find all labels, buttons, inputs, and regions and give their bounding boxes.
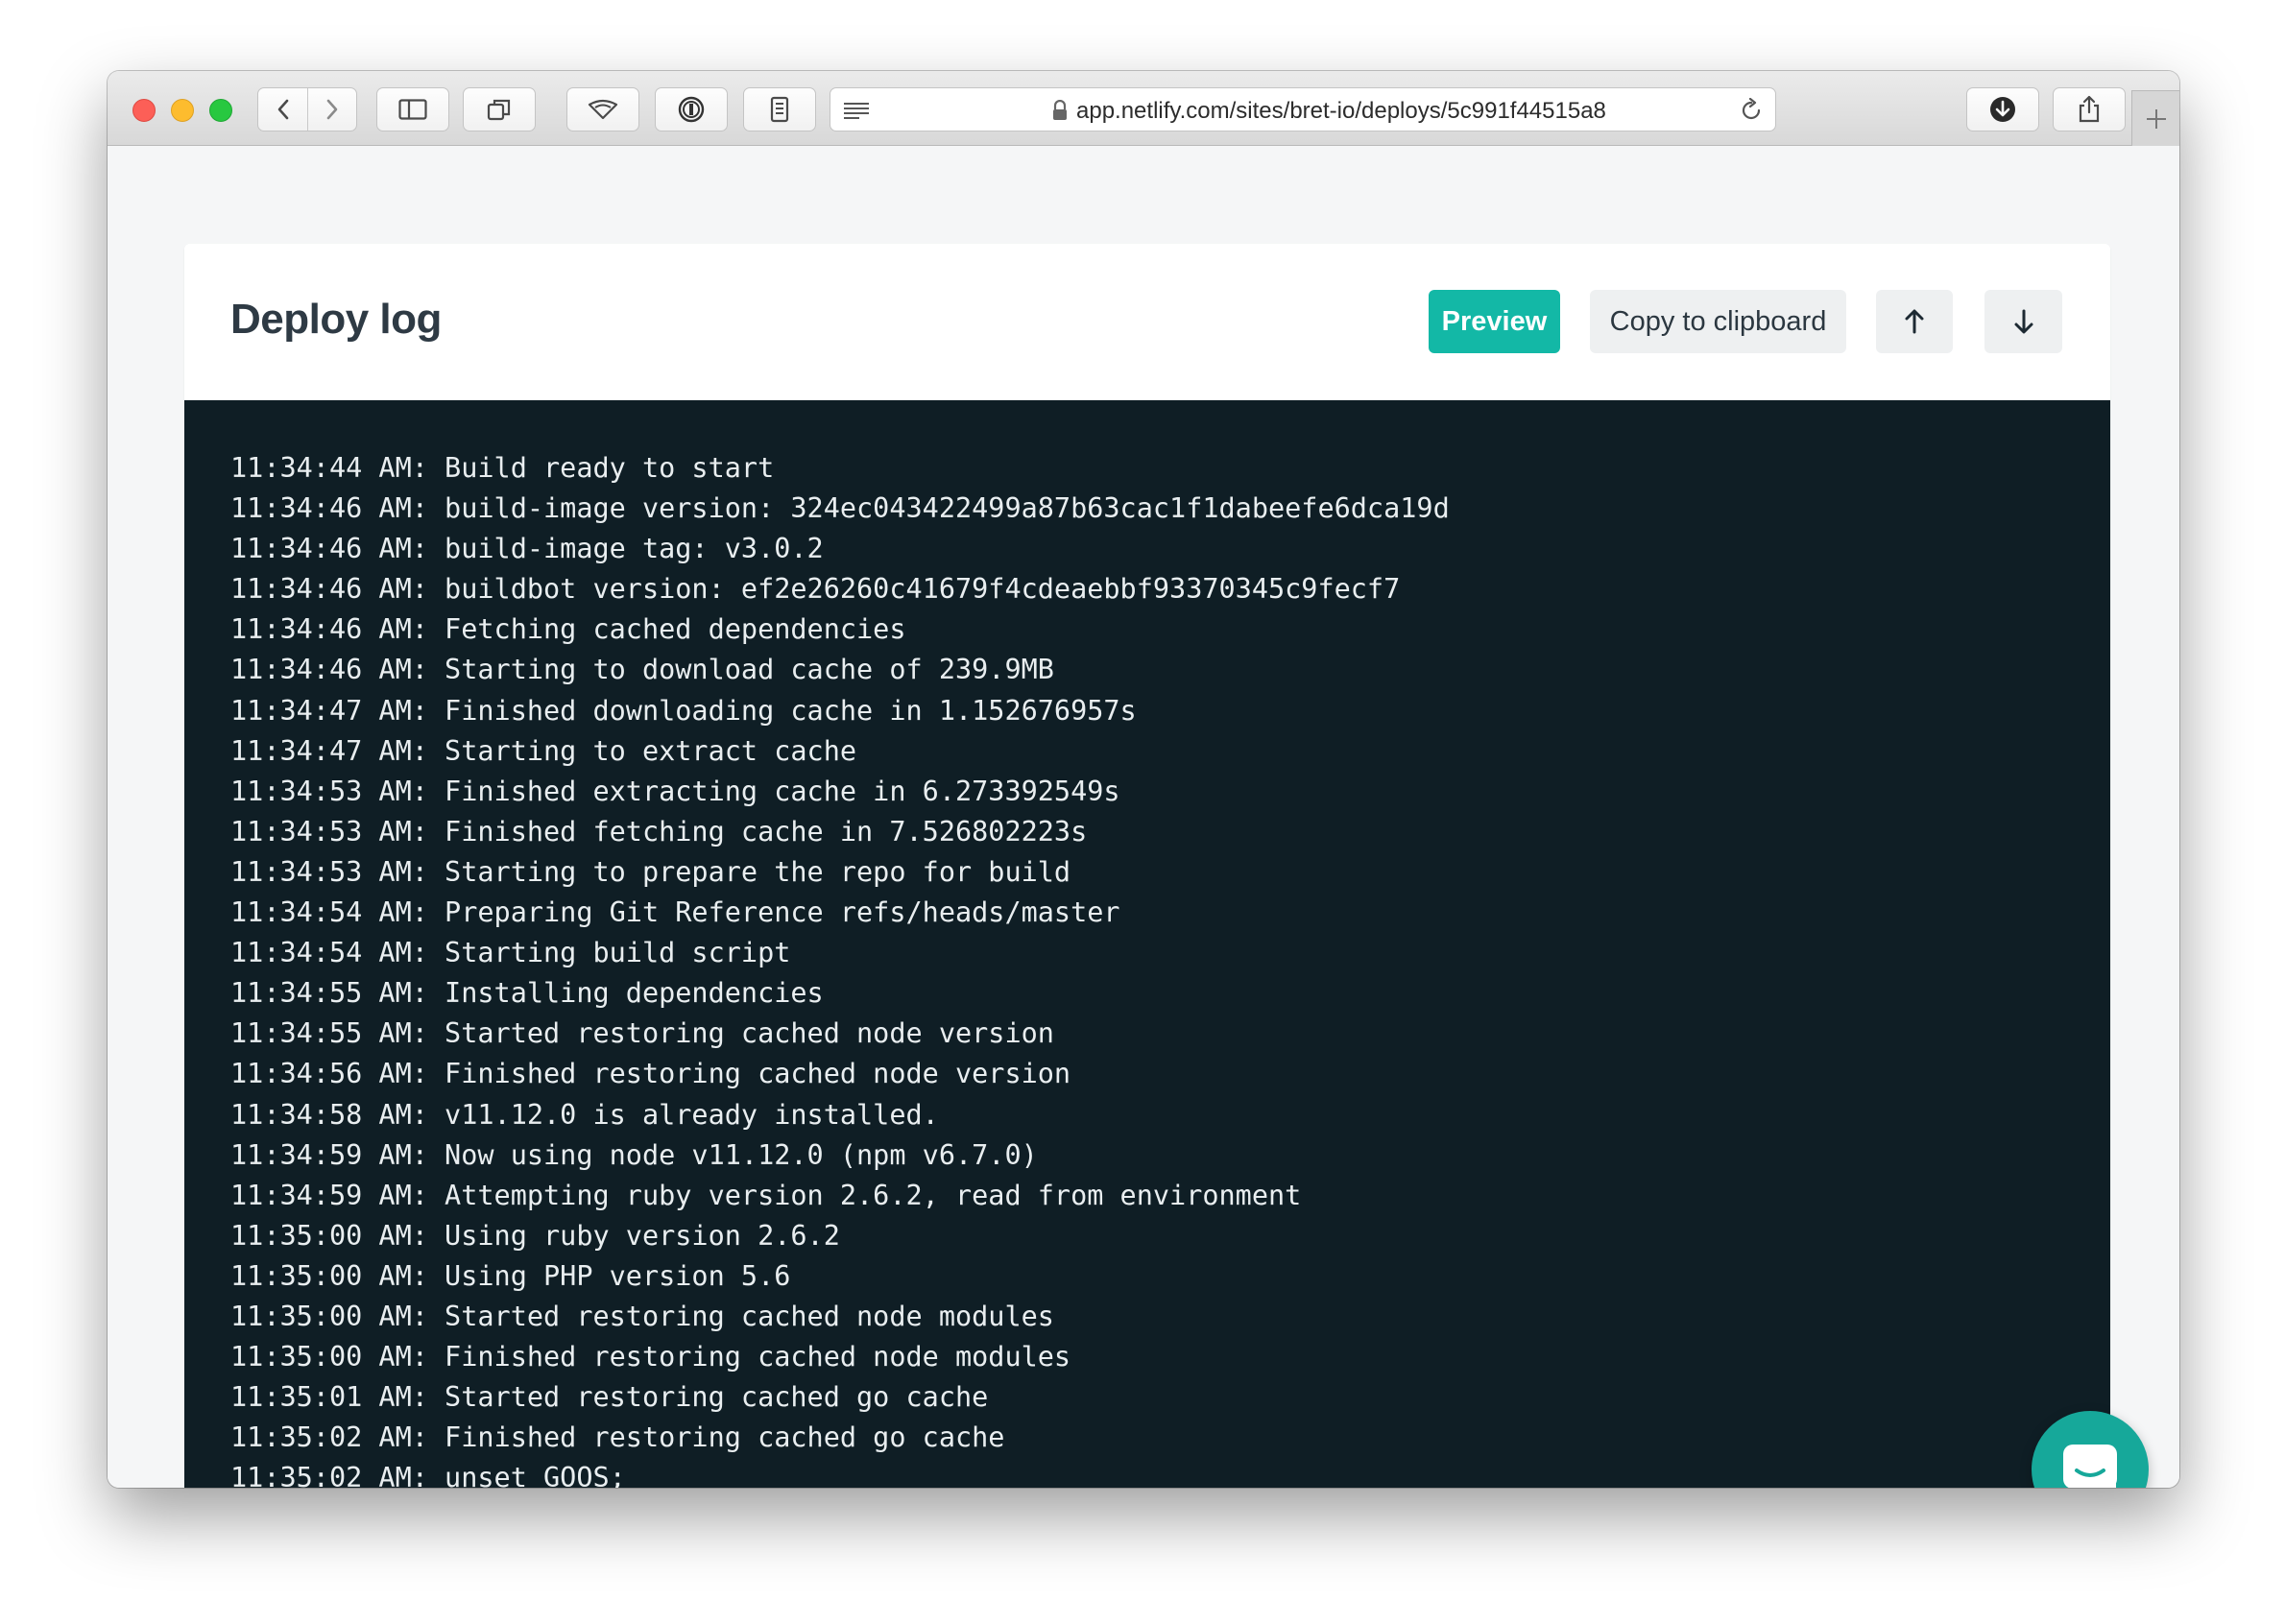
- password-manager-icon: [678, 96, 705, 123]
- zoom-window-button[interactable]: [209, 99, 232, 122]
- log-line: 11:35:02 AM: unset GOOS;: [230, 1462, 626, 1488]
- log-line: 11:34:44 AM: Build ready to start: [230, 452, 775, 484]
- scroll-to-top-button[interactable]: [1876, 290, 1953, 353]
- lock-icon: [1053, 100, 1067, 120]
- close-window-button[interactable]: [132, 99, 156, 122]
- tab-overview-icon: [487, 99, 511, 121]
- url-text[interactable]: app.netlify.com/sites/bret-io/deploys/5c…: [1076, 98, 1672, 125]
- log-line: 11:35:00 AM: Using ruby version 2.6.2: [230, 1219, 840, 1252]
- download-icon: [1990, 97, 2015, 122]
- log-line: 11:34:46 AM: build-image version: 324ec0…: [230, 492, 1450, 525]
- password-manager-button[interactable]: [655, 87, 728, 131]
- downloads-button[interactable]: [1966, 87, 2039, 131]
- log-line: 11:34:46 AM: Fetching cached dependencie…: [230, 613, 906, 646]
- forward-button[interactable]: [307, 88, 356, 131]
- log-line: 11:35:00 AM: Using PHP version 5.6: [230, 1259, 791, 1292]
- preview-button[interactable]: Preview: [1429, 290, 1560, 353]
- chat-icon: [2063, 1445, 2117, 1488]
- log-line: 11:34:58 AM: v11.12.0 is already install…: [230, 1098, 939, 1131]
- browser-toolbar: app.netlify.com/sites/bret-io/deploys/5c…: [108, 71, 2179, 146]
- log-line: 11:34:54 AM: Starting build script: [230, 937, 791, 969]
- extension-button[interactable]: [566, 87, 639, 131]
- plus-icon: [2146, 108, 2166, 129]
- deploy-log-header: Deploy log Preview Copy to clipboard: [184, 244, 2110, 400]
- scroll-to-bottom-button[interactable]: [1984, 290, 2062, 353]
- log-line: 11:34:56 AM: Finished restoring cached n…: [230, 1058, 1071, 1090]
- page-content: Deploy log Preview Copy to clipboard 11:…: [108, 146, 2179, 1488]
- chevron-left-icon: [277, 99, 288, 120]
- log-line: 11:34:47 AM: Starting to extract cache: [230, 734, 857, 767]
- log-line: 11:34:59 AM: Now using node v11.12.0 (np…: [230, 1138, 1038, 1171]
- deploy-log-output[interactable]: 11:34:44 AM: Build ready to start 11:34:4…: [184, 400, 2110, 1488]
- device-icon: [770, 96, 789, 123]
- log-line: 11:35:00 AM: Finished restoring cached n…: [230, 1341, 1071, 1373]
- log-line: 11:34:59 AM: Attempting ruby version 2.6…: [230, 1179, 1302, 1211]
- arrow-up-icon: [1905, 309, 1924, 334]
- log-line: 11:34:46 AM: buildbot version: ef2e26260…: [230, 573, 1401, 606]
- arrow-down-icon: [2014, 309, 2032, 334]
- log-lines: 11:34:44 AM: Build ready to start 11:34:4…: [230, 448, 1532, 1488]
- page-title: Deploy log: [230, 296, 442, 343]
- reader-icon[interactable]: [842, 100, 871, 121]
- sidebar-button[interactable]: [376, 87, 449, 131]
- log-line: 11:34:55 AM: Installing dependencies: [230, 977, 824, 1010]
- address-bar[interactable]: app.netlify.com/sites/bret-io/deploys/5c…: [830, 87, 1776, 131]
- reload-icon[interactable]: [1739, 98, 1764, 123]
- log-line: 11:34:46 AM: build-image tag: v3.0.2: [230, 533, 824, 565]
- log-line: 11:35:01 AM: Started restoring cached go…: [230, 1381, 989, 1414]
- log-line: 11:34:54 AM: Preparing Git Reference ref…: [230, 896, 1120, 929]
- share-button[interactable]: [2053, 87, 2126, 131]
- browser-window: app.netlify.com/sites/bret-io/deploys/5c…: [108, 71, 2179, 1488]
- log-line: 11:34:47 AM: Finished downloading cache …: [230, 694, 1137, 727]
- log-line: 11:35:00 AM: Started restoring cached no…: [230, 1300, 1054, 1332]
- deploy-log-card: Deploy log Preview Copy to clipboard 11:…: [184, 244, 2110, 1488]
- tab-overview-button[interactable]: [463, 87, 536, 131]
- device-button[interactable]: [743, 87, 816, 131]
- share-icon: [2079, 95, 2100, 123]
- log-line: 11:34:53 AM: Finished extracting cache i…: [230, 775, 1120, 807]
- navigation-buttons: [257, 87, 357, 131]
- log-line: 11:34:46 AM: Starting to download cache …: [230, 654, 1054, 686]
- minimize-window-button[interactable]: [171, 99, 194, 122]
- back-button[interactable]: [258, 88, 307, 131]
- sidebar-icon: [398, 99, 427, 120]
- wifi-extension-icon: [588, 99, 618, 120]
- copy-to-clipboard-button[interactable]: Copy to clipboard: [1590, 290, 1846, 353]
- log-line: 11:34:55 AM: Started restoring cached no…: [230, 1017, 1054, 1050]
- new-tab-button[interactable]: [2131, 90, 2179, 146]
- log-line: 11:35:02 AM: Finished restoring cached g…: [230, 1421, 1005, 1454]
- log-line: 11:34:53 AM: Starting to prepare the rep…: [230, 855, 1071, 888]
- log-line: 11:34:53 AM: Finished fetching cache in …: [230, 815, 1088, 848]
- chevron-right-icon: [326, 99, 338, 120]
